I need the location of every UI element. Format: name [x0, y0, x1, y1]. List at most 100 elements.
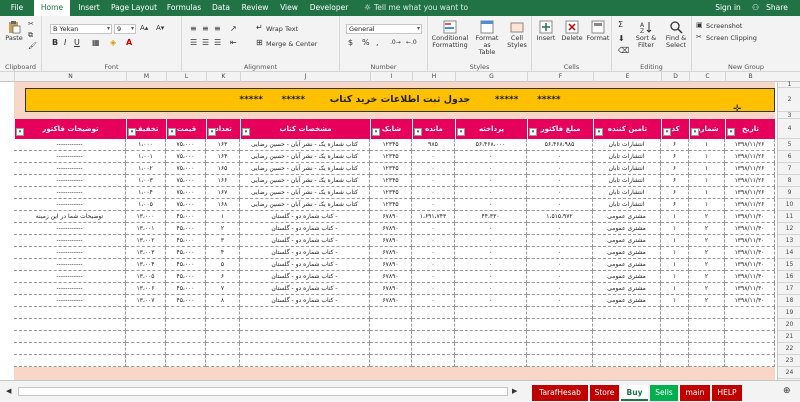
table-cell[interactable]: ۱۳۹۸/۱۱/۳۰	[725, 235, 775, 247]
table-cell[interactable]: ۱،۰۰۲	[126, 163, 166, 175]
table-header-cell[interactable]: تاریخ ▾	[725, 119, 775, 139]
fill-icon[interactable]: ⬇	[618, 34, 625, 43]
table-cell[interactable]	[689, 331, 725, 343]
align-middle-icon[interactable]: ≡	[202, 24, 209, 33]
filter-dropdown-icon[interactable]: ▾	[372, 128, 380, 136]
table-cell[interactable]: ۱۳۹۸/۱۱/۳۰	[725, 247, 775, 259]
row-header[interactable]: 20	[778, 319, 800, 331]
table-cell[interactable]: ۶	[661, 151, 689, 163]
table-cell[interactable]: کتاب شماره دو - گلستان -	[240, 271, 370, 283]
cut-icon[interactable]: ✂	[28, 20, 34, 28]
table-cell[interactable]: ۰	[412, 283, 455, 295]
table-cell[interactable]: کتاب شماره دو - گلستان -	[240, 223, 370, 235]
table-cell[interactable]	[661, 355, 689, 367]
table-cell[interactable]: مشتری عمومی	[593, 223, 661, 235]
table-cell[interactable]: ۴۵،۰۰۰	[166, 259, 206, 271]
column-header[interactable]: G	[455, 72, 527, 82]
table-cell[interactable]: توضیحات شما در این زمینه	[14, 211, 126, 223]
table-cell[interactable]: ۰	[527, 199, 593, 211]
column-header[interactable]: M	[126, 72, 166, 82]
sheet-banner[interactable]: ***** ***** جدول ثبت اطلاعات خرید کتاب *…	[25, 88, 775, 112]
table-cell[interactable]	[126, 355, 166, 367]
table-cell[interactable]: ۱۳۹۸/۱۱/۳۰	[725, 211, 775, 223]
table-cell[interactable]: ۰	[527, 283, 593, 295]
table-cell[interactable]: ۰	[412, 247, 455, 259]
table-cell[interactable]: ۱۲۳۴۵	[370, 175, 412, 187]
table-cell[interactable]: ۰	[455, 223, 527, 235]
bold-icon[interactable]: B	[52, 38, 58, 47]
table-cell[interactable]	[240, 319, 370, 331]
table-cell[interactable]	[166, 319, 206, 331]
increase-decimal-icon[interactable]: .0→	[390, 39, 401, 46]
table-cell[interactable]: ۲	[689, 223, 725, 235]
font-name-select[interactable]: B Yekan	[50, 24, 112, 34]
table-cell[interactable]: ۷۵،۰۰۰	[166, 163, 206, 175]
table-cell[interactable]: ۱۲۳۴۵	[370, 139, 412, 151]
row-header[interactable]: 18	[778, 295, 800, 307]
align-right-icon[interactable]: ☰	[214, 38, 221, 47]
table-cell[interactable]	[725, 343, 775, 355]
table-header-cell[interactable]: توضیحات فاکتور ▾	[14, 119, 126, 139]
table-cell[interactable]: ۶	[661, 163, 689, 175]
table-cell[interactable]: ۱۶۸	[206, 199, 240, 211]
tab-review[interactable]: Review	[238, 0, 272, 16]
filter-dropdown-icon[interactable]: ▾	[128, 128, 136, 136]
table-cell[interactable]	[206, 307, 240, 319]
copy-icon[interactable]: ⧉	[28, 31, 33, 40]
table-cell[interactable]: کتاب شماره دو - گلستان -	[240, 235, 370, 247]
tab-insert[interactable]: Insert	[74, 0, 104, 16]
row-header[interactable]: 19	[778, 307, 800, 319]
column-header[interactable]: F	[527, 72, 593, 82]
currency-icon[interactable]: $	[348, 38, 353, 47]
table-header-cell[interactable]: تخفیف ▾	[126, 119, 166, 139]
table-cell[interactable]	[593, 343, 661, 355]
table-cell[interactable]: ۱	[689, 151, 725, 163]
table-cell[interactable]: ۲	[689, 283, 725, 295]
table-cell[interactable]: ۰	[527, 235, 593, 247]
table-cell[interactable]: ۵	[206, 259, 240, 271]
sign-in-link[interactable]: Sign in	[710, 0, 746, 16]
orientation-icon[interactable]: ↗	[230, 24, 237, 33]
table-cell[interactable]: ۱۲۳۴۵	[370, 151, 412, 163]
table-cell[interactable]: ۲	[689, 295, 725, 307]
table-cell[interactable]: ۱	[689, 175, 725, 187]
table-cell[interactable]: ۱،۶۹۱،۷۴۳	[412, 211, 455, 223]
table-cell[interactable]	[14, 319, 126, 331]
table-header-cell[interactable]: کد ▾	[661, 119, 689, 139]
table-cell[interactable]	[206, 355, 240, 367]
table-cell[interactable]: ۰	[527, 175, 593, 187]
column-header[interactable]: E	[593, 72, 661, 82]
table-cell[interactable]	[370, 355, 412, 367]
table-cell[interactable]: ۱،۵۱۵،۹۷۲	[527, 211, 593, 223]
tab-formulas[interactable]: Formulas	[164, 0, 204, 16]
table-cell[interactable]: ۴۵،۰۰۰	[166, 211, 206, 223]
table-cell[interactable]: ۰	[455, 235, 527, 247]
table-cell[interactable]: ۱۲۳۴۵	[370, 187, 412, 199]
table-cell[interactable]	[527, 355, 593, 367]
table-cell[interactable]	[527, 343, 593, 355]
table-cell[interactable]: ۲	[689, 247, 725, 259]
table-cell[interactable]	[14, 355, 126, 367]
table-cell[interactable]: ------------	[14, 247, 126, 259]
indent-icon[interactable]: ⇤	[230, 38, 237, 47]
table-cell[interactable]: ۱۳۹۸/۱۱/۲۶	[725, 139, 775, 151]
table-cell[interactable]: ۶۷۸۹۰	[370, 259, 412, 271]
table-cell[interactable]: ۱،۰۰۴	[126, 187, 166, 199]
column-header[interactable]: B	[725, 72, 775, 82]
table-cell[interactable]: ۶۷۸۹۰	[370, 223, 412, 235]
table-cell[interactable]	[689, 319, 725, 331]
table-cell[interactable]: ------------	[14, 199, 126, 211]
table-cell[interactable]: ۸	[206, 295, 240, 307]
table-cell[interactable]: ------------	[14, 139, 126, 151]
align-bottom-icon[interactable]: ≡	[214, 24, 221, 33]
sheet-tab[interactable]: Sells	[650, 385, 678, 401]
row-header[interactable]: 24	[778, 367, 800, 379]
font-color-icon[interactable]: A	[126, 38, 132, 47]
table-cell[interactable]: ۱۳۹۸/۱۱/۳۰	[725, 223, 775, 235]
table-cell[interactable]: کتاب شماره یک - نشر آبان - حسین رضایی	[240, 139, 370, 151]
add-sheet-icon[interactable]: ⊕	[783, 386, 791, 396]
table-cell[interactable]: ۱	[661, 271, 689, 283]
table-cell[interactable]	[689, 343, 725, 355]
row-header[interactable]: 7	[778, 163, 800, 175]
decrease-font-icon[interactable]: A▾	[156, 24, 164, 32]
